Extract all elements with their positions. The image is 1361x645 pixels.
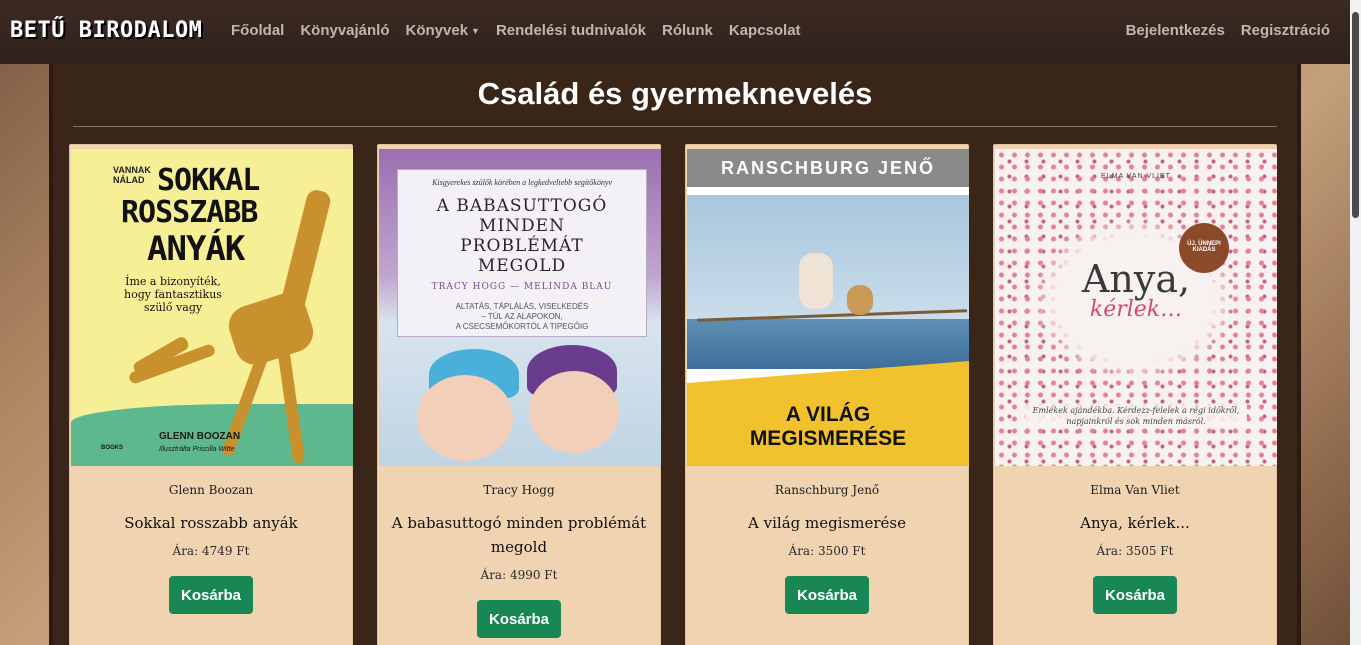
nav-register[interactable]: Regisztráció xyxy=(1241,22,1330,39)
cover-title-box: Kisgyerekes szülők körében a legkedvelte… xyxy=(397,169,647,337)
cover-baby xyxy=(417,375,513,461)
cover-title-line2: ROSSZABB xyxy=(121,195,258,230)
book-author: Ranschburg Jenő xyxy=(774,483,880,497)
main-nav: Főoldal Könyvajánló Könyvek ▼ Rendelési t… xyxy=(231,22,817,39)
cover-sea xyxy=(687,319,969,369)
cover-desc-line3: A CSECSEMŐKORTÓL A TIPEGŐIG xyxy=(455,322,589,331)
page-title: Család és gyermeknevelés xyxy=(477,76,873,111)
cover-title-line3: ANYÁK xyxy=(147,229,245,269)
book-price: Ára: 3500 Ft xyxy=(788,544,866,558)
add-to-cart-button[interactable]: Kosárba xyxy=(169,576,253,614)
book-price: Ára: 4990 Ft xyxy=(480,568,558,582)
cover-title-line4: MEGOLD xyxy=(477,256,567,276)
brand-logo[interactable]: BETŰ BIRODALOM xyxy=(10,18,202,43)
cover-top-text: VANNAK NÁLAD xyxy=(113,165,151,185)
nav-ordering-info[interactable]: Rendelési tudnivalók xyxy=(496,22,646,39)
book-card: ELMA VAN VLIET ÚJ, ÜNNEPI KIADÁS Anya, k… xyxy=(993,144,1277,645)
cover-title-line2: MINDEN xyxy=(479,216,565,236)
cover-publisher: BOOKS xyxy=(101,445,124,451)
cover-baby xyxy=(529,371,619,453)
add-to-cart-button[interactable]: Kosárba xyxy=(785,576,869,614)
main-content: Család és gyermeknevelés VANNAK NÁLAD SO… xyxy=(49,64,1301,645)
book-cover-image[interactable]: ELMA VAN VLIET ÚJ, ÜNNEPI KIADÁS Anya, k… xyxy=(995,149,1277,466)
cover-illustrator: Illusztrálta Priscilla Witte xyxy=(159,446,235,453)
book-author: Tracy Hogg xyxy=(483,483,555,497)
book-title[interactable]: Sokkal rosszabb anyák xyxy=(82,511,340,535)
cover-title-line2: kérlek… xyxy=(1089,297,1183,322)
book-price: Ára: 4749 Ft xyxy=(172,544,250,558)
cover-subtitle: Íme a bizonyíték, hogy fantasztikus szül… xyxy=(124,275,222,314)
cover-title-line1: Anya, xyxy=(1081,257,1191,301)
cover-title-line3: PROBLÉMÁT xyxy=(460,236,584,256)
add-to-cart-button[interactable]: Kosárba xyxy=(477,600,561,638)
book-card: Kisgyerekes szülők körében a legkedvelte… xyxy=(377,144,661,645)
cover-top-text: Kisgyerekes szülők körében a legkedvelte… xyxy=(432,178,612,187)
cover-author: GLENN BOOZAN xyxy=(159,431,241,442)
book-title[interactable]: A világ megismerése xyxy=(698,511,956,535)
cover-authors: TRACY HOGG — MELINDA BLAU xyxy=(431,282,613,292)
nav-books-label: Könyvek xyxy=(405,22,469,39)
book-price: Ára: 3505 Ft xyxy=(1096,544,1174,558)
book-cover-image[interactable]: RANSCHBURG JENŐ A VILÁG MEGISMERÉSE xyxy=(687,149,969,466)
cover-title-line1: A BABASUTTOGÓ xyxy=(436,196,608,216)
cover-desc-line1: ALTATÁS, TÁPLÁLÁS, VISELKEDÉS xyxy=(455,302,589,311)
auth-nav: Bejelentkezés Regisztráció xyxy=(1110,22,1330,39)
cover-teddy-bear xyxy=(847,285,873,315)
nav-login[interactable]: Bejelentkezés xyxy=(1126,22,1225,39)
top-navbar: BETŰ BIRODALOM Főoldal Könyvajánló Könyv… xyxy=(0,0,1350,64)
book-author: Glenn Boozan xyxy=(168,483,254,497)
add-to-cart-button[interactable]: Kosárba xyxy=(1093,576,1177,614)
book-card: RANSCHBURG JENŐ A VILÁG MEGISMERÉSE Rans… xyxy=(685,144,969,645)
nav-home[interactable]: Főoldal xyxy=(231,22,284,39)
book-card: VANNAK NÁLAD SOKKAL ROSSZABB ANYÁK Íme a… xyxy=(69,144,353,645)
nav-contact[interactable]: Kapcsolat xyxy=(729,22,801,39)
caret-down-icon: ▼ xyxy=(471,26,480,37)
cover-desc-line2: – TÚL AZ ALAPOKON, xyxy=(481,312,563,321)
book-title[interactable]: Anya, kérlek... xyxy=(1006,511,1264,535)
cover-title-line1: A VILÁG xyxy=(785,403,871,426)
cover-author: ELMA VAN VLIET xyxy=(1101,173,1171,180)
nav-books-dropdown[interactable]: Könyvek ▼ xyxy=(406,22,480,39)
page-scrollbar[interactable] xyxy=(1350,0,1361,645)
cover-child xyxy=(799,253,833,309)
nav-about[interactable]: Rólunk xyxy=(662,22,713,39)
book-author: Elma Van Vliet xyxy=(1090,483,1180,497)
book-cover-image[interactable]: VANNAK NÁLAD SOKKAL ROSSZABB ANYÁK Íme a… xyxy=(71,149,353,466)
nav-recommendations[interactable]: Könyvajánló xyxy=(300,22,389,39)
book-title[interactable]: A babasuttogó minden problémát megold xyxy=(390,511,648,559)
cover-note: Emlékek ajándékba. Kérdezz-felelek a rég… xyxy=(1025,405,1247,427)
cover-title-line1: SOKKAL xyxy=(157,163,260,198)
scrollbar-thumb[interactable] xyxy=(1352,12,1359,218)
book-cover-image[interactable]: Kisgyerekes szülők körében a legkedvelte… xyxy=(379,149,661,466)
cover-author: RANSCHBURG JENŐ xyxy=(687,149,969,187)
title-divider xyxy=(73,126,1277,127)
cover-title-line2: MEGISMERÉSE xyxy=(749,427,907,450)
